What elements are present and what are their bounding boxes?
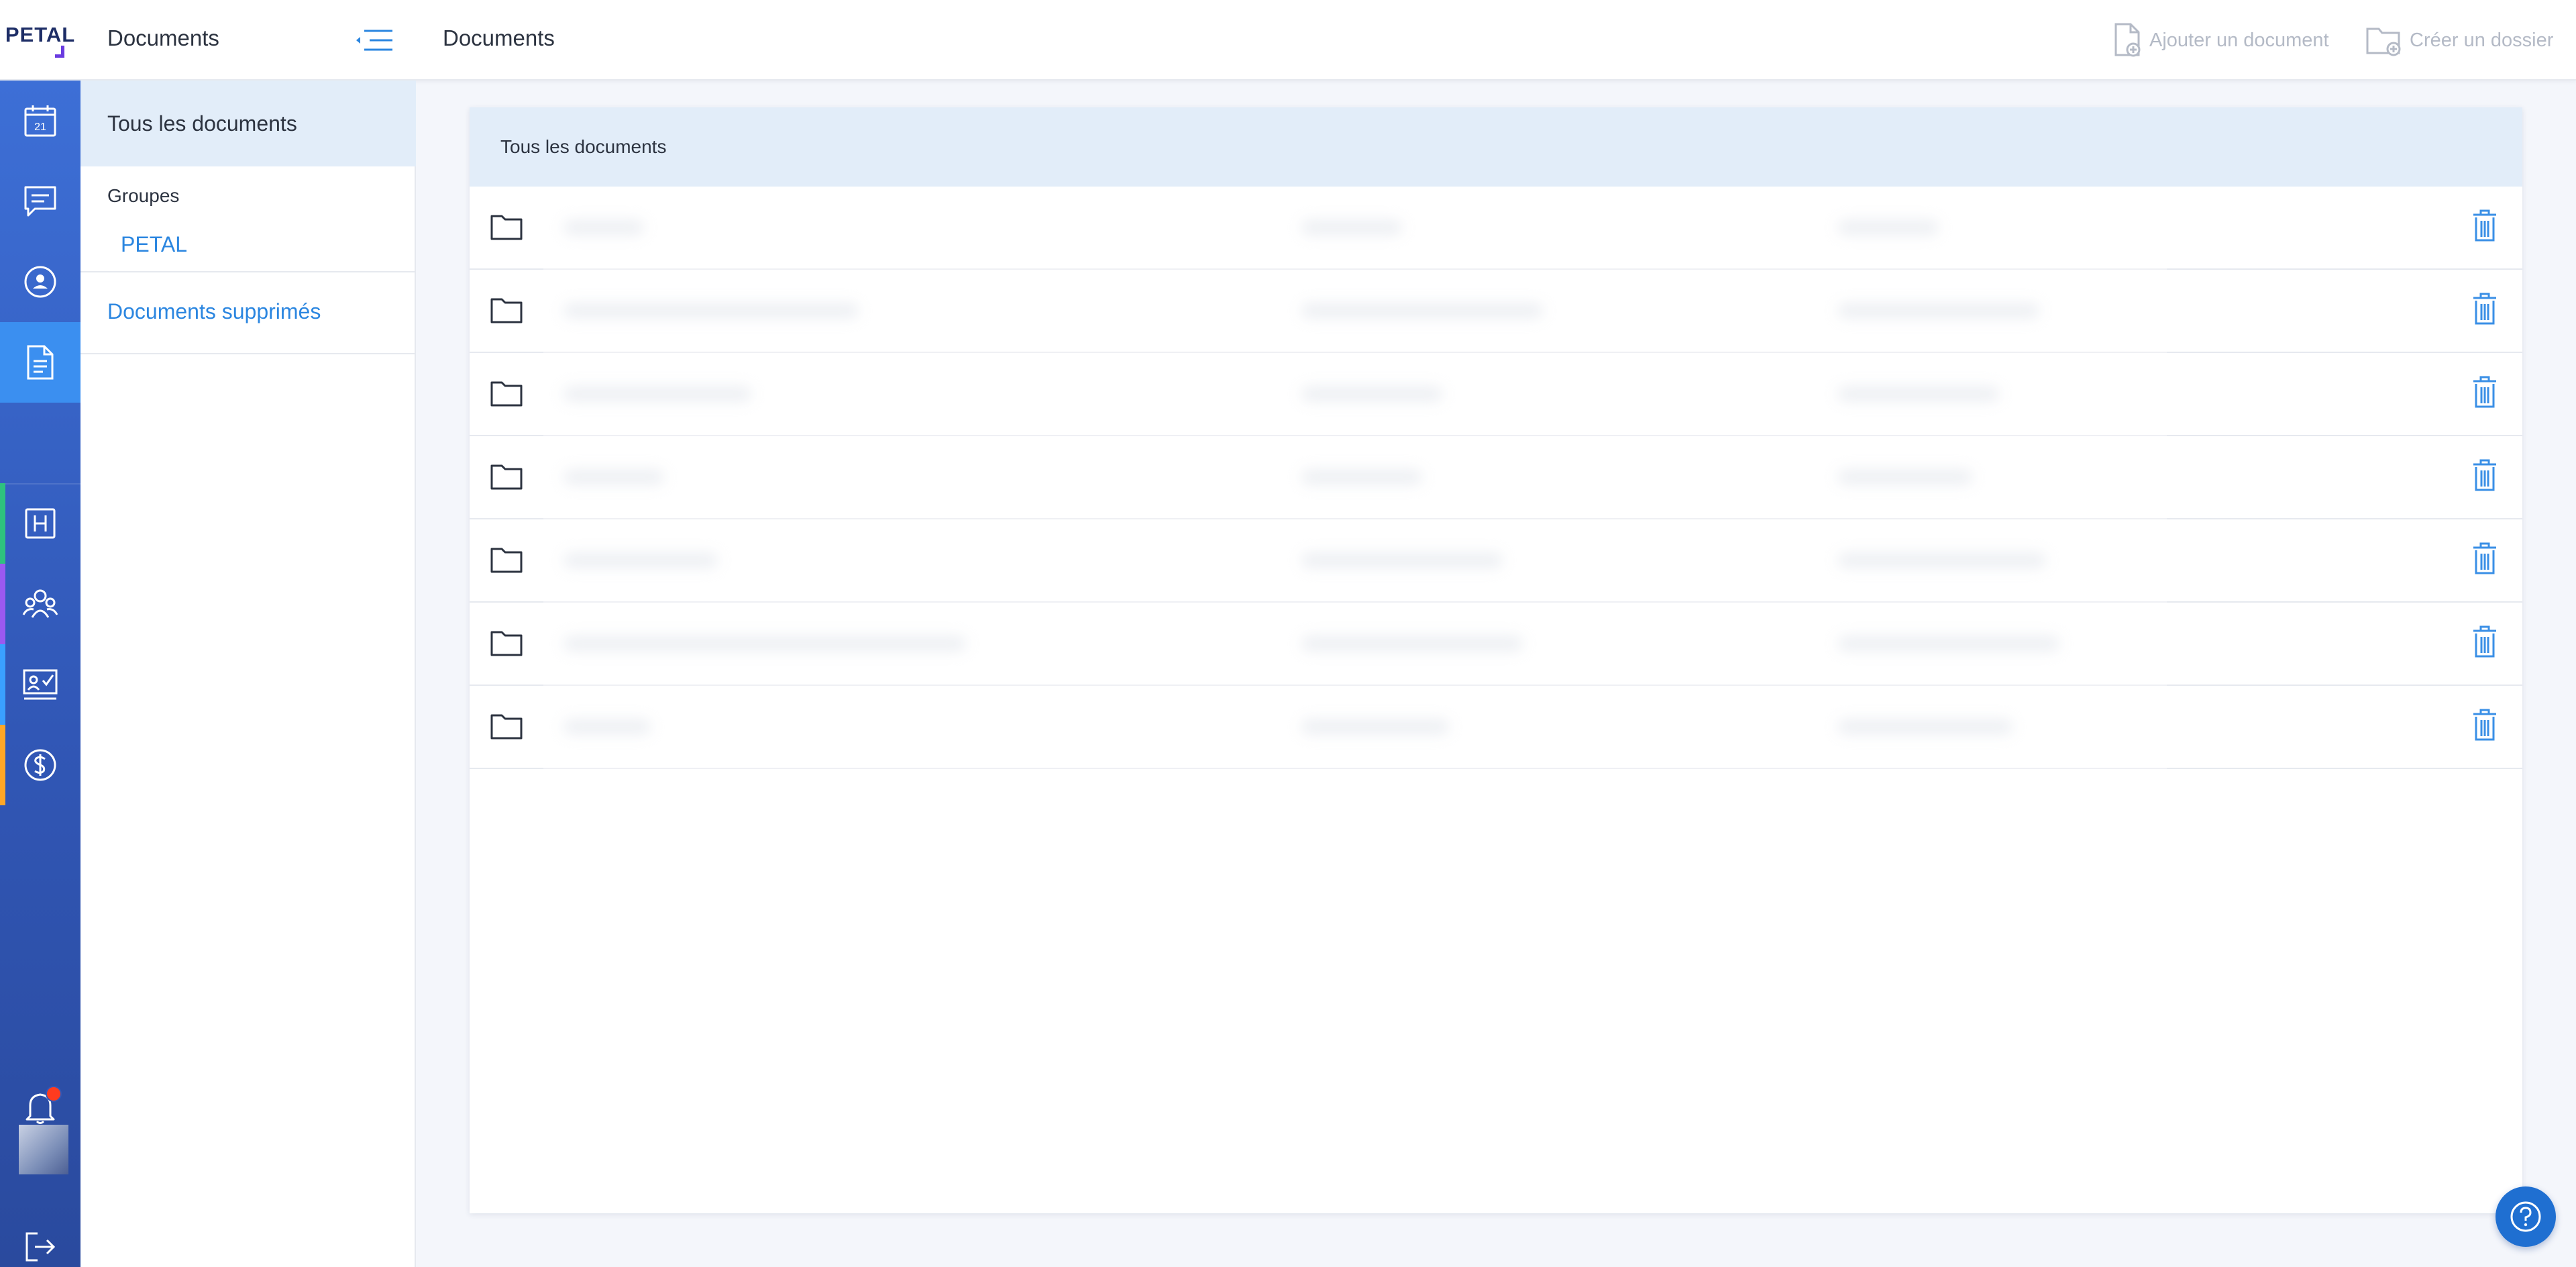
user-circle-icon (24, 266, 56, 298)
app-rail: 21 (0, 81, 80, 1267)
documents-sidebar: Tous les documents Groupes PETAL Documen… (80, 81, 416, 1267)
checklist-icon (23, 669, 58, 700)
rail-item-calendar[interactable]: 21 (0, 81, 80, 161)
add-document-label: Ajouter un document (2149, 29, 2329, 51)
rail-item-documents[interactable] (0, 322, 80, 403)
blurred-content-overlay (543, 208, 2167, 772)
rail-item-profile[interactable] (0, 242, 80, 322)
folder-icon[interactable] (490, 545, 523, 574)
trash-icon[interactable] (2471, 209, 2499, 243)
documents-card: Tous les documents (470, 107, 2522, 1213)
sidebar-divider (80, 353, 416, 354)
help-icon (2510, 1201, 2541, 1232)
brand-logo[interactable]: PETAL (0, 0, 80, 81)
folder-icon[interactable] (490, 212, 523, 242)
calendar-icon: 21 (24, 105, 56, 137)
logout-icon (25, 1232, 56, 1262)
trash-icon[interactable] (2471, 293, 2499, 326)
sidebar-divider (80, 271, 416, 272)
trash-icon[interactable] (2471, 625, 2499, 659)
folder-icon[interactable] (490, 711, 523, 741)
create-folder-icon (2366, 28, 2401, 56)
card-header: Tous les documents (470, 107, 2522, 187)
rail-item-checklist[interactable] (0, 644, 80, 725)
logo-text: PETAL (5, 23, 76, 46)
rail-item-hospital[interactable] (0, 483, 80, 564)
card-title: Tous les documents (500, 136, 667, 157)
help-button[interactable] (2496, 1186, 2556, 1247)
page-title: Documents (443, 26, 555, 50)
notification-badge (46, 1086, 62, 1102)
avatar[interactable] (19, 1125, 68, 1174)
sidebar-item-deleted-documents[interactable]: Documents supprimés (107, 299, 321, 324)
rail-item-blank (0, 403, 80, 483)
logo-mark (55, 46, 64, 58)
rail-item-logout[interactable] (0, 1227, 80, 1267)
trash-icon[interactable] (2471, 709, 2499, 742)
sidebar-item-all-documents[interactable]: Tous les documents (80, 81, 416, 166)
collapse-sidebar-button[interactable] (353, 24, 396, 56)
folder-icon[interactable] (490, 462, 523, 491)
top-header: PETAL Documents Documents Ajouter un doc… (0, 0, 2576, 81)
trash-icon[interactable] (2471, 459, 2499, 493)
panel-title: Documents (107, 26, 219, 50)
rail-accent-purple (0, 564, 5, 644)
sidebar-item-group-petal[interactable]: PETAL (121, 232, 187, 257)
trash-icon[interactable] (2471, 376, 2499, 409)
rail-item-billing[interactable] (0, 725, 80, 805)
chat-icon (24, 186, 56, 217)
hospital-icon (25, 508, 56, 539)
collapse-menu-icon (356, 30, 392, 51)
app-root: PETAL Documents Documents Ajouter un doc… (0, 0, 2576, 1267)
rail-item-messages[interactable] (0, 161, 80, 242)
calendar-day: 21 (34, 121, 46, 133)
dollar-icon (24, 749, 56, 781)
create-folder-label: Créer un dossier (2410, 29, 2554, 51)
rail-accent-blue (0, 644, 5, 725)
document-icon (27, 345, 54, 380)
folder-icon[interactable] (490, 378, 523, 408)
folder-icon[interactable] (490, 628, 523, 658)
rail-accent-green (0, 483, 5, 564)
add-document-icon (2114, 23, 2141, 57)
rail-item-team[interactable] (0, 564, 80, 644)
groups-label: Groupes (107, 185, 180, 206)
rail-accent-orange (0, 725, 5, 805)
folder-icon[interactable] (490, 295, 523, 325)
team-icon (22, 589, 58, 618)
add-document-button[interactable]: Ajouter un document (2113, 19, 2329, 62)
trash-icon[interactable] (2471, 542, 2499, 576)
create-folder-button[interactable]: Créer un dossier (2365, 19, 2553, 62)
